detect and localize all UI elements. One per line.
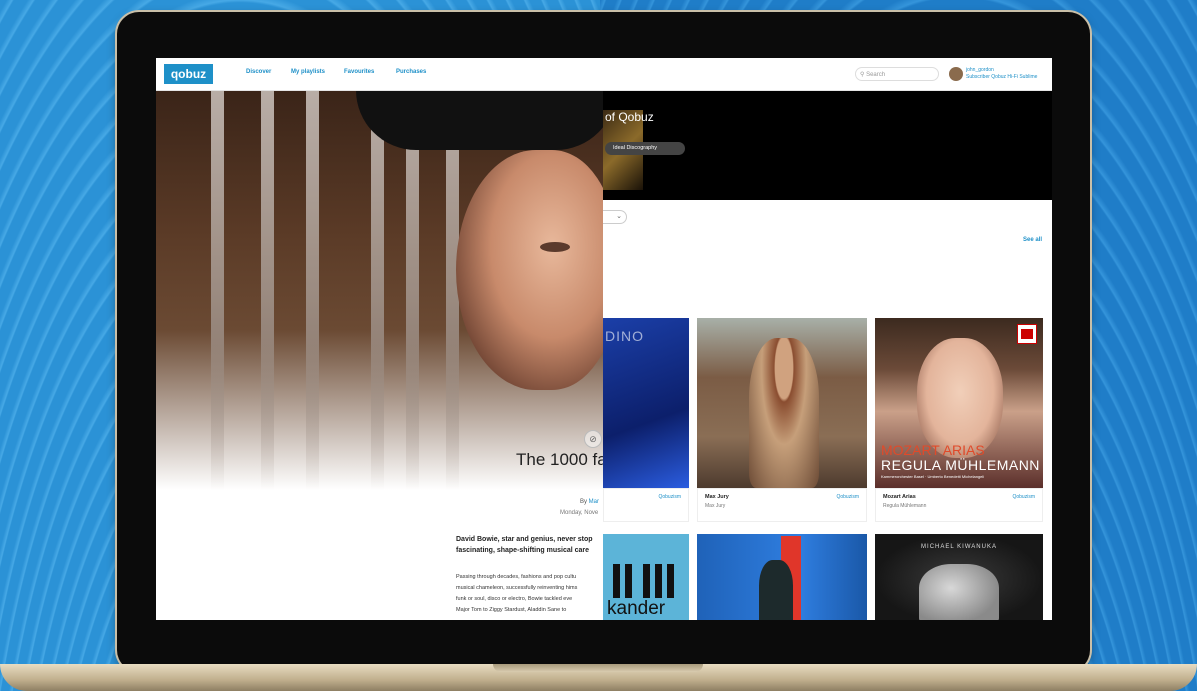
cover-text: MICHAEL KIWANUKA xyxy=(921,544,997,550)
search-input[interactable]: ⚲ Search xyxy=(855,67,939,81)
cover-text: Kammerorchester Basel · Umberto Benedett… xyxy=(881,474,985,479)
album-card[interactable]: DINO Qobuzism xyxy=(603,318,689,524)
nav-favourites[interactable]: Favourites xyxy=(344,69,374,75)
cover-text: kander xyxy=(607,598,666,619)
cover-text: MOZART ARIAS xyxy=(881,442,985,458)
article-lead: David Bowie, star and genius, never stop… xyxy=(456,534,603,556)
album-cover[interactable]: MOZART ARIAS REGULA MÜHLEMANN Kammerorch… xyxy=(875,318,1043,488)
lead-line: David Bowie, star and genius, never stop xyxy=(456,536,593,543)
album-cover[interactable] xyxy=(697,318,867,488)
body-line: funk or soul, disco or electro, Bowie ta… xyxy=(456,596,573,602)
chevron-down-icon: ⌄ xyxy=(616,213,622,220)
user-subscription: Subscriber Qobuz Hi-Fi Sublime xyxy=(966,74,1038,80)
lead-line: fascinating, shape-shifting musical care xyxy=(456,547,590,554)
catalog-pane: of Qobuz Ideal Discography ⌄ See all DIN… xyxy=(603,90,1052,620)
banner-title: of Qobuz xyxy=(605,110,654,124)
album-artist[interactable]: Regula Mühlemann xyxy=(883,503,926,509)
card-tag[interactable]: Qobuzism xyxy=(658,494,681,500)
card-tag[interactable]: Qobuzism xyxy=(836,494,859,500)
album-card[interactable]: MICHAEL KIWANUKA xyxy=(875,534,1043,620)
body-line: musical chameleon, successfully reinvent… xyxy=(456,585,578,591)
article-pane: ⊘ The 1000 fa By Mar Monday, Nove David … xyxy=(156,58,603,620)
user-avatar[interactable] xyxy=(949,67,963,81)
nav-purchases[interactable]: Purchases xyxy=(396,69,426,75)
cover-text: REGULA MÜHLEMANN xyxy=(881,457,1040,473)
article-body: Passing through decades, fashions and po… xyxy=(456,572,603,616)
qobuz-logo[interactable]: qobuz xyxy=(164,64,213,84)
search-placeholder: Search xyxy=(866,72,886,78)
catalog-banner: of Qobuz Ideal Discography xyxy=(603,90,1052,200)
album-card[interactable]: kander xyxy=(603,534,689,620)
byline-prefix: By xyxy=(580,499,589,505)
cover-text: DINO xyxy=(605,328,644,344)
album-cover[interactable]: DINO xyxy=(603,318,689,488)
article-headline: The 1000 fa xyxy=(516,450,603,469)
album-card[interactable]: Max Jury Max Jury Qobuzism xyxy=(697,318,867,524)
nav-my-playlists[interactable]: My playlists xyxy=(291,69,325,75)
album-cover[interactable]: MICHAEL KIWANUKA xyxy=(875,534,1043,620)
album-title[interactable]: Max Jury xyxy=(705,494,729,500)
album-cover[interactable] xyxy=(697,534,867,620)
article-byline: By Mar xyxy=(580,499,599,505)
filter-dropdown[interactable]: ⌄ xyxy=(603,210,627,224)
body-line: Major Tom to Ziggy Stardust, Aladdin San… xyxy=(456,607,567,613)
album-card[interactable] xyxy=(697,534,867,620)
laptop-screen: qobuz Discover My playlists Favourites P… xyxy=(156,58,1052,620)
album-artist[interactable]: Max Jury xyxy=(705,503,725,509)
nav-discover[interactable]: Discover xyxy=(246,69,271,75)
album-cover[interactable]: kander xyxy=(603,534,689,620)
link-icon[interactable]: ⊘ xyxy=(584,430,602,448)
article-author-link[interactable]: Mar xyxy=(589,499,599,505)
article-date: Monday, Nove xyxy=(560,510,599,516)
album-card[interactable]: MOZART ARIAS REGULA MÜHLEMANN Kammerorch… xyxy=(875,318,1043,524)
user-name[interactable]: john_gordon xyxy=(966,67,994,73)
sony-logo xyxy=(1017,324,1037,344)
card-tag[interactable]: Qobuzism xyxy=(1012,494,1035,500)
album-title[interactable]: Mozart Arias xyxy=(883,494,916,500)
top-navigation: qobuz Discover My playlists Favourites P… xyxy=(156,58,1052,91)
body-line: Passing through decades, fashions and po… xyxy=(456,574,577,580)
laptop-notch xyxy=(493,664,703,672)
see-all-link[interactable]: See all xyxy=(1023,237,1042,243)
article-hero-image xyxy=(156,90,603,490)
ideal-discography-chip[interactable]: Ideal Discography xyxy=(605,142,685,155)
